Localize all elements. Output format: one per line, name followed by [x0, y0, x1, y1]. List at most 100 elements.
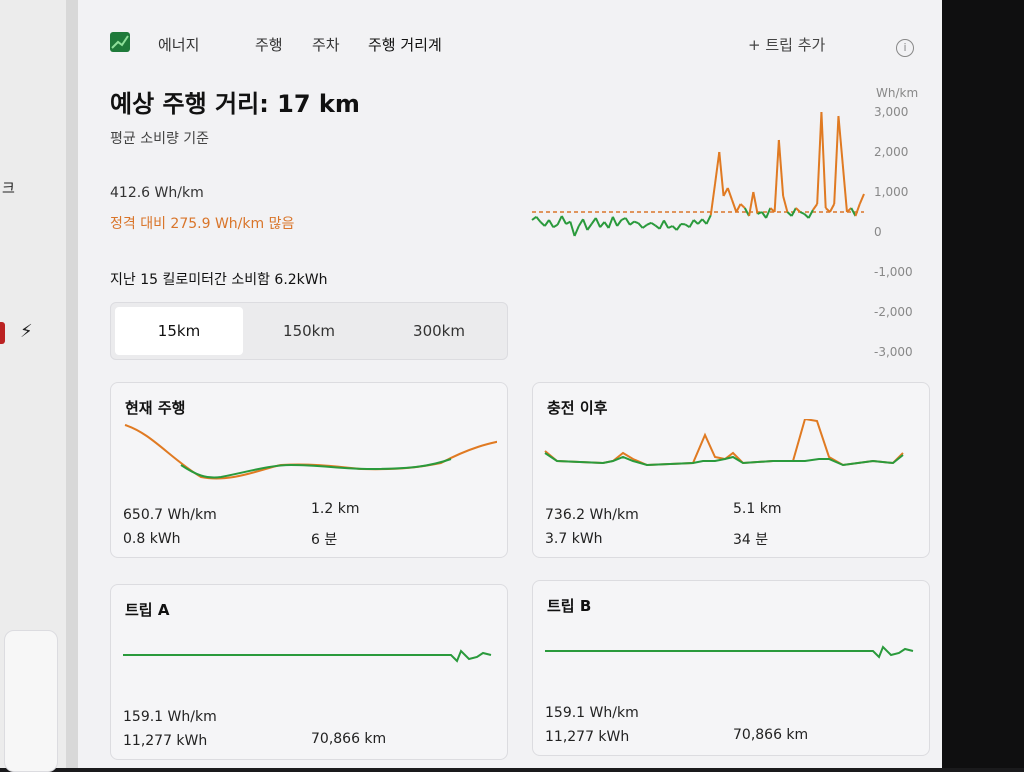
consumption-line-segment	[689, 220, 693, 227]
since-charge-sparkline	[543, 419, 919, 499]
y-tick-label: -3,000	[874, 345, 913, 359]
segment-150km[interactable]: 150km	[245, 307, 373, 355]
consumption-line-segment	[575, 226, 579, 236]
consumption-line-segment	[817, 112, 821, 204]
bolt-icon: ⚡	[20, 321, 33, 342]
trip-a-distance: 70,866 km	[311, 731, 386, 747]
current-kwh: 0.8 kWh	[123, 531, 181, 547]
consumption-line-segment	[570, 222, 574, 236]
consumption-line-segment	[596, 218, 600, 227]
y-tick-label: 2,000	[874, 145, 908, 159]
recent-consumption: 지난 15 킬로미터간 소비함 6.2kWh	[110, 269, 328, 289]
average-consumption: 412.6 Wh/km	[110, 185, 204, 201]
card-title: 트립 B	[547, 595, 591, 616]
segment-15km[interactable]: 15km	[115, 307, 243, 355]
consumption-line-segment	[838, 116, 842, 164]
consumption-line-segment	[558, 216, 562, 225]
card-title: 트립 A	[125, 599, 169, 620]
energy-panel: 에너지 주행 주차 주행 거리계 + 트립 추가 i 예상 주행 거리: 17 …	[78, 0, 942, 768]
consumption-line-segment	[664, 220, 668, 228]
consumption-line-segment	[549, 220, 553, 227]
consumption-line-segment	[779, 140, 783, 196]
consumption-line-segment	[855, 204, 859, 216]
distance-selector: 15km 150km 300km	[110, 302, 508, 360]
y-tick-label: 1,000	[874, 185, 908, 199]
trip-b-distance: 70,866 km	[733, 727, 808, 743]
consumption-chart: Wh/km 3,0002,0001,0000-1,000-2,000-3,000	[524, 88, 934, 368]
current-time: 6 분	[311, 529, 337, 549]
consumption-line-segment	[775, 140, 779, 212]
consumption-line-segment	[621, 218, 625, 220]
consumption-line-segment	[545, 220, 549, 226]
card-title: 충전 이후	[547, 397, 607, 418]
consumption-line-segment	[783, 196, 787, 212]
chart-unit-label: Wh/km	[876, 88, 918, 100]
consumption-line-segment	[562, 216, 566, 224]
trip-b-kwh: 11,277 kWh	[545, 729, 629, 745]
charge-kwh: 3.7 kWh	[545, 531, 603, 547]
consumption-line-segment	[719, 152, 723, 196]
info-icon[interactable]: i	[896, 39, 914, 57]
consumption-line-segment	[800, 212, 804, 214]
card-since-charge[interactable]: 충전 이후 736.2 Wh/km 3.7 kWh 5.1 km 34 분	[532, 382, 930, 558]
consumption-line-segment	[660, 220, 664, 228]
trip-a-kwh: 11,277 kWh	[123, 733, 207, 749]
card-trip-a[interactable]: 트립 A 159.1 Wh/km 11,277 kWh 70,866 km	[110, 584, 508, 760]
consumption-line-segment	[711, 184, 715, 215]
trip-b-wh-per-km: 159.1 Wh/km	[545, 705, 639, 721]
consumption-line-segment	[647, 223, 651, 225]
card-trip-b[interactable]: 트립 B 159.1 Wh/km 11,277 kWh 70,866 km	[532, 580, 930, 756]
card-title: 현재 주행	[125, 397, 185, 418]
consumption-line-segment	[843, 164, 847, 212]
estimated-range: 예상 주행 거리: 17 km	[110, 84, 360, 119]
y-tick-label: -2,000	[874, 305, 913, 319]
consumption-line-segment	[609, 217, 613, 228]
trip-a-sparkline	[121, 621, 497, 701]
consumption-line-segment	[732, 200, 736, 212]
charge-distance: 5.1 km	[733, 501, 781, 517]
energy-chart-icon	[110, 32, 130, 52]
consumption-line-segment	[634, 222, 638, 224]
card-current-drive[interactable]: 현재 주행 650.7 Wh/km 0.8 kWh 1.2 km 6 분	[110, 382, 508, 558]
trip-a-wh-per-km: 159.1 Wh/km	[123, 709, 217, 725]
add-trip-button[interactable]: + 트립 추가	[748, 34, 825, 55]
screen-bezel	[942, 0, 1024, 768]
charge-wh-per-km: 736.2 Wh/km	[545, 507, 639, 523]
consumption-line-segment	[834, 116, 838, 204]
consumption-line-segment	[736, 204, 740, 212]
trip-b-sparkline	[543, 617, 919, 697]
panel-divider	[66, 0, 78, 768]
consumption-line-segment	[626, 218, 630, 225]
tab-driving[interactable]: 주행	[255, 34, 283, 55]
consumption-line-segment	[830, 204, 834, 212]
left-card	[4, 630, 58, 772]
tab-parking[interactable]: 주차	[312, 34, 340, 55]
consumption-line-segment	[587, 224, 591, 230]
consumption-line-segment	[643, 225, 647, 228]
consumption-line-segment	[728, 188, 732, 200]
consumption-line-segment	[813, 204, 817, 210]
tab-odometer[interactable]: 주행 거리계	[368, 34, 442, 55]
consumption-line-segment	[536, 217, 540, 222]
current-wh-per-km: 650.7 Wh/km	[123, 507, 217, 523]
left-panel-strip: 크 ⚡	[0, 0, 66, 768]
consumption-line-segment	[707, 215, 711, 224]
over-rated-consumption: 정격 대비 275.9 Wh/km 많음	[110, 213, 294, 233]
consumption-line-segment	[638, 223, 642, 228]
consumption-line-segment	[677, 224, 681, 230]
left-text-fragment: 크	[2, 178, 15, 198]
y-tick-label: 0	[874, 225, 882, 239]
consumption-line-segment	[651, 223, 655, 226]
consumption-line-segment	[715, 152, 719, 184]
charge-time: 34 분	[733, 529, 768, 549]
consumption-line-segment	[724, 188, 728, 196]
current-distance: 1.2 km	[311, 501, 359, 517]
consumption-line-segment	[553, 225, 557, 227]
consumption-line-segment	[630, 222, 634, 225]
segment-300km[interactable]: 300km	[375, 307, 503, 355]
consumption-line-segment	[766, 208, 770, 218]
left-indicator	[0, 322, 5, 344]
y-tick-label: 3,000	[874, 105, 908, 119]
page-title: 에너지	[158, 34, 199, 55]
range-basis: 평균 소비량 기준	[110, 128, 209, 148]
